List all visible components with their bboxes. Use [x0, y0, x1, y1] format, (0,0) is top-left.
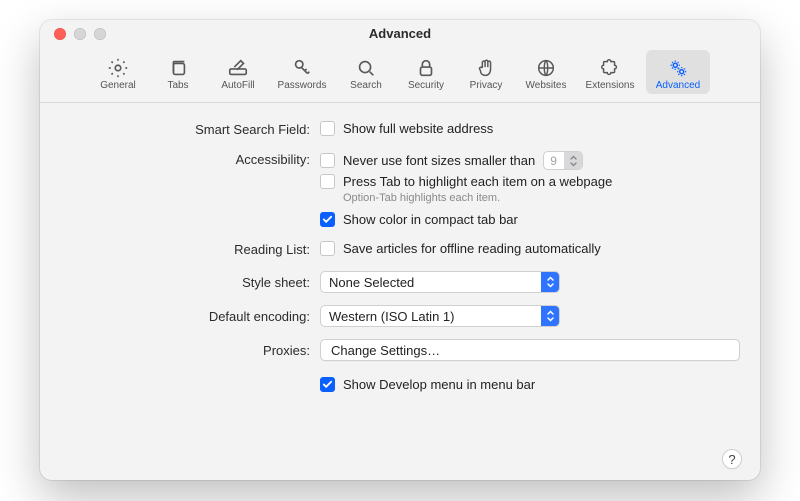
globe-icon [535, 58, 557, 78]
hand-icon [475, 58, 497, 78]
label-reading-list: Reading List: [60, 241, 320, 257]
checkbox-show-full-address[interactable] [320, 121, 335, 136]
preferences-window: Advanced General Tabs AutoFill Passwords [40, 20, 760, 480]
toolbar-tabs[interactable]: Tabs [150, 50, 206, 94]
text-show-develop-menu: Show Develop menu in menu bar [343, 377, 535, 392]
label-style-sheet: Style sheet: [60, 274, 320, 290]
preferences-body: Smart Search Field: Show full website ad… [40, 103, 760, 480]
window-controls [54, 28, 106, 40]
toolbar-general[interactable]: General [90, 50, 146, 94]
toolbar-extensions[interactable]: Extensions [578, 50, 642, 94]
preferences-toolbar: General Tabs AutoFill Passwords Search [40, 48, 760, 103]
select-style-sheet[interactable]: None Selected [320, 271, 560, 293]
text-press-tab: Press Tab to highlight each item on a we… [343, 174, 612, 189]
help-button[interactable]: ? [722, 449, 742, 469]
gear-icon [107, 58, 129, 78]
row-smart-search: Smart Search Field: Show full website ad… [60, 121, 740, 137]
label-proxies: Proxies: [60, 342, 320, 358]
row-proxies: Proxies: Change Settings… [60, 339, 740, 361]
toolbar-privacy[interactable]: Privacy [458, 50, 514, 94]
checkbox-press-tab[interactable] [320, 174, 335, 189]
select-default-encoding[interactable]: Western (ISO Latin 1) [320, 305, 560, 327]
puzzle-icon [599, 58, 621, 78]
search-icon [355, 58, 377, 78]
toolbar-advanced[interactable]: Advanced [646, 50, 710, 94]
toolbar-security[interactable]: Security [398, 50, 454, 94]
zoom-window-button[interactable] [94, 28, 106, 40]
row-reading-list: Reading List: Save articles for offline … [60, 241, 740, 257]
pencil-field-icon [227, 58, 249, 78]
chevron-updown-icon [541, 306, 559, 326]
toolbar-autofill[interactable]: AutoFill [210, 50, 266, 94]
text-compact-tab-color: Show color in compact tab bar [343, 212, 518, 227]
row-default-encoding: Default encoding: Western (ISO Latin 1) [60, 305, 740, 327]
toolbar-websites[interactable]: Websites [518, 50, 574, 94]
checkbox-min-font[interactable] [320, 153, 335, 168]
row-develop: Show Develop menu in menu bar [60, 377, 740, 392]
text-show-full-address: Show full website address [343, 121, 493, 136]
tabs-icon [167, 58, 189, 78]
checkbox-compact-tab-color[interactable] [320, 212, 335, 227]
text-save-offline: Save articles for offline reading automa… [343, 241, 601, 256]
checkbox-save-offline[interactable] [320, 241, 335, 256]
close-window-button[interactable] [54, 28, 66, 40]
key-icon [291, 58, 313, 78]
button-change-proxy-settings[interactable]: Change Settings… [320, 339, 740, 361]
checkbox-show-develop-menu[interactable] [320, 377, 335, 392]
select-min-font-size[interactable]: 9 [543, 151, 583, 170]
minimize-window-button[interactable] [74, 28, 86, 40]
chevron-updown-icon [541, 272, 559, 292]
toolbar-passwords[interactable]: Passwords [270, 50, 334, 94]
text-min-font: Never use font sizes smaller than [343, 153, 535, 168]
label-default-encoding: Default encoding: [60, 308, 320, 324]
double-gear-icon [667, 58, 689, 78]
label-accessibility: Accessibility: [60, 151, 320, 167]
label-smart-search: Smart Search Field: [60, 121, 320, 137]
chevron-updown-icon [564, 152, 582, 169]
row-accessibility: Accessibility: Never use font sizes smal… [60, 151, 740, 227]
window-title: Advanced [40, 20, 760, 41]
titlebar: Advanced [40, 20, 760, 48]
toolbar-search[interactable]: Search [338, 50, 394, 94]
hint-option-tab: Option-Tab highlights each item. [343, 192, 740, 204]
row-style-sheet: Style sheet: None Selected [60, 271, 740, 293]
lock-icon [415, 58, 437, 78]
